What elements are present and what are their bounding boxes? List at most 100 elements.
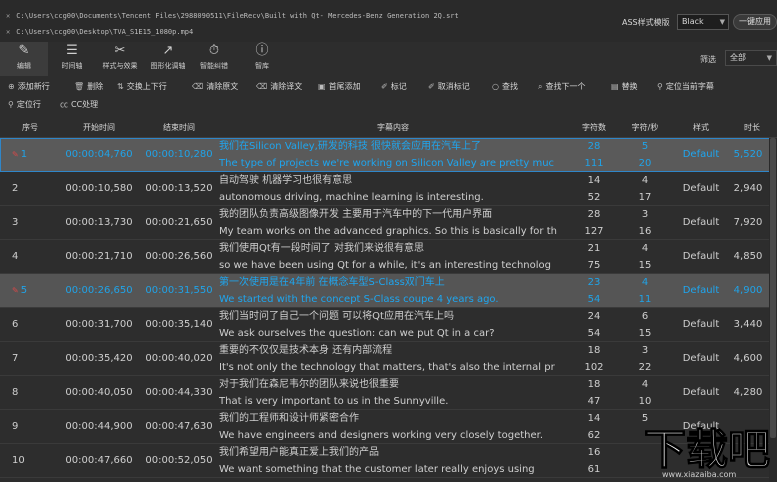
close-icon[interactable]: ✕	[6, 12, 10, 20]
watermark-logo-text: 下载吧	[644, 425, 770, 470]
cps-source: 3	[641, 209, 649, 220]
swap-rows-button[interactable]: ⇅ 交换上下行	[117, 80, 167, 94]
char-count-translation: 111	[584, 158, 604, 169]
table-row[interactable]: 3 00:00:13,730 00:00:21,650 我的团队负责高级图像开发 主要…	[0, 206, 777, 240]
subtitle-content-cell[interactable]: 重要的不仅仅是技术本身 还有内部流程 It's not only the tech…	[219, 342, 568, 376]
style-cell[interactable]: Default	[674, 376, 728, 410]
start-time-cell[interactable]: 00:00:40,050	[60, 376, 138, 410]
start-time-cell[interactable]: 00:00:44,900	[60, 410, 138, 444]
apply-all-button[interactable]: 一键应用	[733, 14, 777, 30]
subtitle-content-cell[interactable]: 自动驾驶 机器学习也很有意思 autonomous driving, machin…	[219, 172, 568, 206]
style-cell[interactable]: Default	[674, 308, 728, 342]
start-time-cell[interactable]: 00:00:10,580	[60, 172, 138, 206]
replace-icon: ▤	[611, 82, 619, 91]
chevron-down-icon: ▼	[766, 54, 772, 62]
file-item[interactable]: ✕ C:\Users\ccg00\Desktop\TVA_S1E15_1080p.…	[6, 25, 193, 39]
locate-row-button[interactable]: ⚲ 定位行	[8, 98, 41, 112]
end-time-cell[interactable]: 00:00:35,140	[140, 308, 218, 342]
subtitle-content-cell[interactable]: 我们使用Qt有一段时间了 对我们来说很有意思 so we have been us…	[219, 240, 568, 274]
style-cell[interactable]: Default	[674, 274, 728, 308]
char-count-cell: 14 52	[572, 172, 616, 206]
tool-label: 智库	[255, 62, 269, 70]
style-cell[interactable]: Default	[674, 240, 728, 274]
style-cell[interactable]: Default	[674, 206, 728, 240]
subtitle-content-cell[interactable]: 我们的工程师和设计师紧密合作 We have engineers and desi…	[219, 410, 568, 444]
clear-translation-button[interactable]: ⌫ 清除译文	[256, 80, 302, 94]
table-row[interactable]: 7 00:00:35,420 00:00:40,020 重要的不仅仅是技术本身 还有内…	[0, 342, 777, 376]
char-count-translation: 62	[587, 430, 601, 441]
delete-button[interactable]: 🗑 删除	[74, 80, 103, 94]
end-time-cell[interactable]: 00:00:47,630	[140, 410, 218, 444]
end-time-cell[interactable]: 00:00:21,650	[140, 206, 218, 240]
start-time-cell[interactable]: 00:00:35,420	[60, 342, 138, 376]
find-next-button[interactable]: ⌕ 查找下一个	[538, 80, 585, 94]
table-row[interactable]: 4 00:00:21,710 00:00:26,560 我们使用Qt有一段时间了 对我…	[0, 240, 777, 274]
ass-template-select[interactable]: Black ▼	[677, 14, 729, 30]
tool-effects[interactable]: ✂ 样式与效果	[96, 42, 144, 76]
row-number-cell: 2	[0, 172, 60, 206]
cc-process-button[interactable]: ㏄ CC处理	[60, 98, 98, 112]
row-number: 2	[12, 183, 19, 194]
file-item[interactable]: ✕ C:\Users\ccg00\Documents\Tencent Files\…	[6, 9, 459, 23]
start-time-cell[interactable]: 00:00:04,760	[60, 138, 138, 172]
end-time-cell[interactable]: 00:00:26,560	[140, 240, 218, 274]
subtitle-content-cell[interactable]: 第一次使用是在4年前 在概念车型S-Class双门车上 We started wi…	[219, 274, 568, 308]
end-time-cell[interactable]: 00:00:10,280	[140, 138, 218, 172]
row-number: 4	[12, 251, 19, 262]
end-time-cell[interactable]: 00:00:31,550	[140, 274, 218, 308]
table-header: 序号 开始时间 结束时间 字幕内容 字符数 字符/秒 样式 时长	[0, 118, 777, 138]
column-header[interactable]: 序号	[0, 118, 60, 138]
subtitle-content-cell[interactable]: 我的团队负责高级图像开发 主要用于汽车中的下一代用户界面 My team work…	[219, 206, 568, 240]
locate-current-button[interactable]: ⚲ 定位当前字幕	[657, 80, 714, 94]
cps-translation: 22	[638, 362, 652, 373]
column-header[interactable]: 样式	[674, 118, 728, 138]
style-cell[interactable]: Default	[674, 172, 728, 206]
clear-source-button[interactable]: ⌫ 清除原文	[192, 80, 238, 94]
tool-label: 图形化调轴	[150, 62, 186, 70]
add-row-button[interactable]: ⊕ 添加新行	[8, 80, 50, 94]
end-time-cell[interactable]: 00:00:40,020	[140, 342, 218, 376]
subtitle-content-cell[interactable]: 我们在Silicon Valley,研发的科技 很快就会应用在汽车上了 The t…	[219, 138, 568, 172]
tool-autocorrect[interactable]: ⏱ 智能纠错	[190, 42, 238, 76]
table-row[interactable]: 8 00:00:40,050 00:00:44,330 对于我们在森尼韦尔的团队来说也…	[0, 376, 777, 410]
find-button[interactable]: ○ 查找	[492, 80, 518, 94]
start-time-cell[interactable]: 00:00:26,650	[60, 274, 138, 308]
end-time-cell[interactable]: 00:00:44,330	[140, 376, 218, 410]
tool-timeline[interactable]: ☰ 时间轴	[48, 42, 96, 76]
subtitle-content-cell[interactable]: 我们当时问了自己一个问题 可以将Qt应用在汽车上吗 We ask ourselve…	[219, 308, 568, 342]
scrollbar-thumb[interactable]	[770, 138, 776, 438]
tool-edit[interactable]: ✎ 编辑	[0, 42, 48, 76]
start-time-cell[interactable]: 00:00:13,730	[60, 206, 138, 240]
start-time-cell[interactable]: 00:00:21,710	[60, 240, 138, 274]
end-time-cell[interactable]: 00:00:13,520	[140, 172, 218, 206]
column-header[interactable]: 结束时间	[140, 118, 218, 138]
style-cell[interactable]: Default	[674, 138, 728, 172]
duration-cell: 4,280	[733, 387, 763, 398]
mark-button[interactable]: ✐ 标记	[381, 80, 407, 94]
subtitle-content-cell[interactable]: 对于我们在森尼韦尔的团队来说也很重要 That is very important…	[219, 376, 568, 410]
duration-cell: 4,600	[733, 353, 763, 364]
table-row[interactable]: 6 00:00:31,700 00:00:35,140 我们当时问了自己一个问题 可以…	[0, 308, 777, 342]
table-row[interactable]: ✎ 5 00:00:26,650 00:00:31,550 第一次使用是在4年前 在概念…	[0, 274, 777, 308]
end-time-cell[interactable]: 00:00:52,050	[140, 444, 218, 478]
unmark-button[interactable]: ✐ 取消标记	[428, 80, 470, 94]
start-time-cell[interactable]: 00:00:47,660	[60, 444, 138, 478]
close-icon[interactable]: ✕	[6, 28, 10, 36]
column-header[interactable]: 字符/秒	[616, 118, 674, 138]
column-header[interactable]: 开始时间	[60, 118, 138, 138]
row-number-cell: 4	[0, 240, 60, 274]
column-header[interactable]: 字幕内容	[218, 118, 568, 138]
table-row[interactable]: ✎ 1 00:00:04,760 00:00:10,280 我们在Silicon Val…	[0, 138, 777, 172]
column-header[interactable]: 字符数	[572, 118, 616, 138]
add-head-tail-button[interactable]: ▣ 首尾添加	[318, 80, 361, 94]
cps-source: 4	[641, 243, 649, 254]
subtitle-content-cell[interactable]: 我们希望用户能真正爱上我们的产品 We want something that t…	[219, 444, 568, 478]
column-header[interactable]: 时长	[728, 118, 776, 138]
table-row[interactable]: 2 00:00:10,580 00:00:13,520 自动驾驶 机器学习也很有意思 a…	[0, 172, 777, 206]
tool-library[interactable]: ⓘ 智库	[238, 42, 286, 76]
style-cell[interactable]: Default	[674, 342, 728, 376]
start-time-cell[interactable]: 00:00:31,700	[60, 308, 138, 342]
tool-graph[interactable]: ↗ 图形化调轴	[144, 42, 192, 76]
filter-select[interactable]: 全部 ▼	[725, 50, 777, 66]
replace-button[interactable]: ▤ 替换	[611, 80, 638, 94]
